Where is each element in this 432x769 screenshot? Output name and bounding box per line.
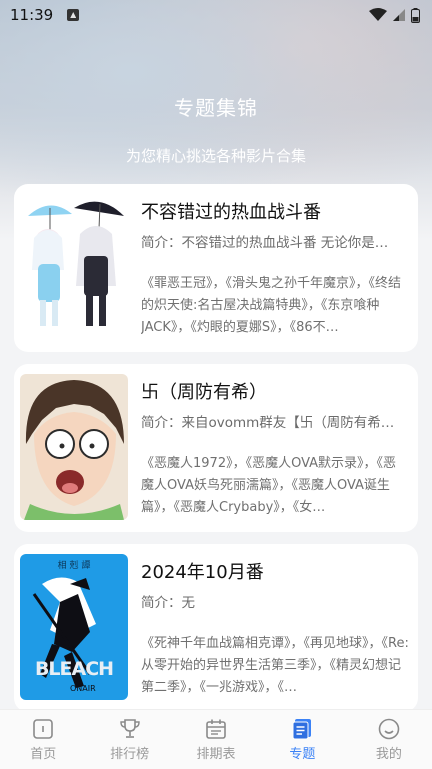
topic-title: 卐（周防有希）	[141, 382, 267, 403]
nav-ranking[interactable]: 排行榜	[86, 710, 172, 769]
signal-icon	[393, 9, 405, 21]
notification-icon	[67, 9, 80, 21]
nav-profile[interactable]: 我的	[346, 710, 432, 769]
topic-list: 《恶魔人1972》，《恶魔人OVA默示录》，《恶魔人OVA妖鸟死丽濡篇》，《恶魔…	[141, 456, 397, 515]
nav-label: 首页	[30, 747, 57, 762]
topic-intro: 简介：无	[141, 595, 195, 611]
nav-label: 专题	[289, 747, 316, 762]
topic-title: 2024年10月番	[141, 562, 264, 583]
topic-title: 不容错过的热血战斗番	[141, 202, 321, 223]
topic-thumbnail: 相 剋 譚 BLEACH ONAIR	[20, 554, 128, 700]
trophy-icon	[119, 719, 140, 738]
topic-thumbnail	[20, 374, 128, 520]
wifi-icon	[369, 8, 387, 21]
topic-list: 《死神千年血战篇相克谭》，《再见地球》，《Re:从零开始的异世界生活第三季》，《…	[141, 636, 409, 695]
home-icon	[33, 719, 54, 739]
topic-card[interactable]: 不容错过的热血战斗番 简介：不容错过的热血战斗番 无论你是… 《罪恶王冠》，《滑…	[14, 184, 418, 352]
page-subtitle: 为您精心挑选各种影片合集	[125, 147, 306, 165]
topic-icon	[292, 719, 312, 740]
nav-topics[interactable]: 专题	[259, 710, 345, 769]
page-title: 专题集锦	[174, 96, 258, 120]
status-time: 11:39	[10, 6, 54, 24]
battery-icon	[411, 7, 420, 23]
topic-card[interactable]: 相 剋 譚 BLEACH ONAIR 2024年10月番 简介：无 《死神千年血…	[14, 544, 418, 712]
nav-schedule[interactable]: 排期表	[173, 710, 259, 769]
topic-list: 《罪恶王冠》，《滑头鬼之孙千年魔京》，《终结的炽天使:名古屋决战篇特典》，《东京…	[141, 276, 402, 335]
topic-intro: 简介：不容错过的热血战斗番 无论你是…	[141, 235, 389, 251]
nav-home[interactable]: 首页	[0, 710, 86, 769]
status-bar: 11:39	[0, 0, 432, 30]
topic-intro: 简介：来自ovomm群友【卐（周防有希…	[141, 415, 395, 431]
nav-label: 我的	[375, 747, 402, 762]
calendar-icon	[206, 719, 226, 739]
nav-label: 排期表	[196, 747, 236, 762]
bottom-nav: 首页 排行榜 排期表 专题 我的	[0, 709, 432, 769]
thumbnail-onair: ONAIR	[70, 684, 96, 693]
topic-card[interactable]: 卐（周防有希） 简介：来自ovomm群友【卐（周防有希… 《恶魔人1972》，《…	[14, 364, 418, 532]
topic-thumbnail	[20, 194, 128, 340]
profile-icon	[378, 718, 400, 740]
nav-label: 排行榜	[110, 747, 150, 762]
thumbnail-logo: BLEACH	[34, 658, 114, 680]
